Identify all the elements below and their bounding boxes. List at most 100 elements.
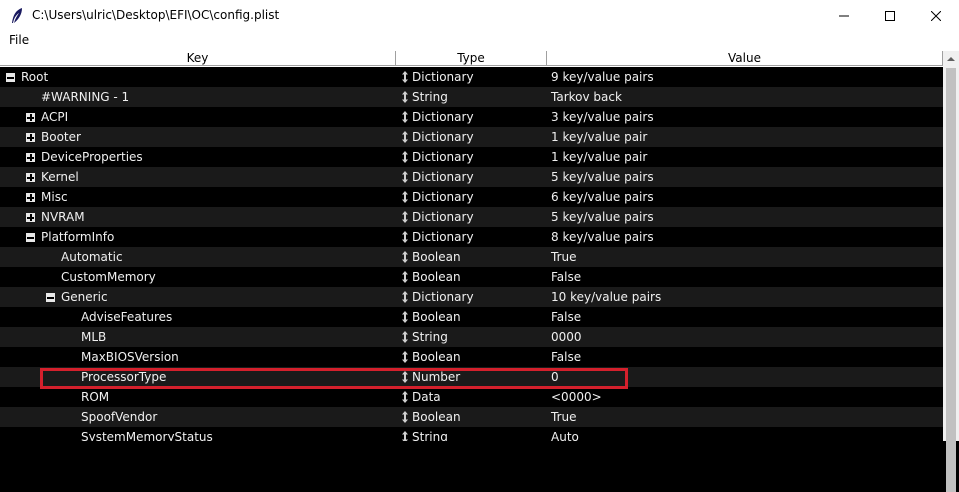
row-key: ProcessorType (81, 370, 167, 384)
row-type[interactable]: Dictionary (412, 207, 474, 227)
maximize-button[interactable] (867, 0, 913, 31)
row-type[interactable]: Boolean (412, 267, 461, 287)
type-updown-icon[interactable] (401, 431, 409, 441)
tree-row[interactable]: SpoofVendor Boolean True (0, 407, 943, 427)
row-value[interactable]: 3 key/value pairs (551, 107, 654, 127)
tree-row[interactable]: Booter Dictionary 1 key/value pair (0, 127, 943, 147)
row-value[interactable]: Auto (551, 427, 579, 441)
row-key: ROM (81, 390, 110, 404)
type-updown-icon[interactable] (401, 211, 409, 223)
type-updown-icon[interactable] (401, 231, 409, 243)
expand-icon[interactable] (26, 193, 35, 202)
row-type[interactable]: Boolean (412, 407, 461, 427)
type-updown-icon[interactable] (401, 291, 409, 303)
tree-row[interactable]: SystemMemoryStatus String Auto (0, 427, 943, 441)
type-updown-icon[interactable] (401, 311, 409, 323)
scroll-up-arrow-icon[interactable] (943, 51, 959, 67)
tree-row[interactable]: MLB String 0000 (0, 327, 943, 347)
expand-icon[interactable] (26, 213, 35, 222)
row-value[interactable]: 10 key/value pairs (551, 287, 661, 307)
row-type[interactable]: Dictionary (412, 287, 474, 307)
row-value[interactable]: 6 key/value pairs (551, 187, 654, 207)
collapse-icon[interactable] (6, 73, 15, 82)
column-header-type[interactable]: Type (396, 51, 547, 66)
minimize-button[interactable] (821, 0, 867, 31)
row-type[interactable]: Dictionary (412, 147, 474, 167)
close-icon (931, 10, 941, 21)
row-type[interactable]: Dictionary (412, 127, 474, 147)
row-type[interactable]: Dictionary (412, 187, 474, 207)
tree-row[interactable]: Generic Dictionary 10 key/value pairs (0, 287, 943, 307)
collapse-icon[interactable] (46, 293, 55, 302)
type-updown-icon[interactable] (401, 251, 409, 263)
row-type[interactable]: String (412, 87, 448, 107)
row-value[interactable]: 5 key/value pairs (551, 167, 654, 187)
close-button[interactable] (913, 0, 959, 31)
row-value[interactable]: False (551, 307, 581, 327)
row-value[interactable]: True (551, 407, 577, 427)
row-type[interactable]: Data (412, 387, 441, 407)
type-updown-icon[interactable] (401, 151, 409, 163)
row-type[interactable]: Number (412, 367, 460, 387)
row-type[interactable]: Dictionary (412, 167, 474, 187)
type-updown-icon[interactable] (401, 391, 409, 403)
row-type[interactable]: Dictionary (412, 107, 474, 127)
expand-icon[interactable] (26, 153, 35, 162)
tree-row[interactable]: Root Dictionary 9 key/value pairs (0, 67, 943, 87)
row-value[interactable]: 0 (551, 367, 559, 387)
row-value[interactable]: False (551, 347, 581, 367)
type-updown-icon[interactable] (401, 351, 409, 363)
row-type[interactable]: String (412, 327, 448, 347)
expand-icon[interactable] (26, 113, 35, 122)
type-updown-icon[interactable] (401, 171, 409, 183)
expand-icon[interactable] (26, 133, 35, 142)
tree-row[interactable]: AdviseFeatures Boolean False (0, 307, 943, 327)
row-value[interactable]: 9 key/value pairs (551, 67, 654, 87)
type-updown-icon[interactable] (401, 111, 409, 123)
tree-row[interactable]: PlatformInfo Dictionary 8 key/value pairs (0, 227, 943, 247)
row-type[interactable]: Boolean (412, 247, 461, 267)
type-updown-icon[interactable] (401, 371, 409, 383)
tree-row[interactable]: ProcessorType Number 0 (0, 367, 943, 387)
row-value[interactable]: 8 key/value pairs (551, 227, 654, 247)
vertical-scrollbar[interactable] (943, 51, 959, 492)
row-type[interactable]: Boolean (412, 347, 461, 367)
tree-row[interactable]: #WARNING - 1 String Tarkov back (0, 87, 943, 107)
type-updown-icon[interactable] (401, 411, 409, 423)
tree-row[interactable]: ROM Data <0000> (0, 387, 943, 407)
row-value[interactable]: True (551, 247, 577, 267)
column-header-value[interactable]: Value (547, 51, 943, 66)
row-type[interactable]: String (412, 427, 448, 441)
tree-row[interactable]: Misc Dictionary 6 key/value pairs (0, 187, 943, 207)
row-type[interactable]: Boolean (412, 307, 461, 327)
type-updown-icon[interactable] (401, 191, 409, 203)
row-value[interactable]: 1 key/value pair (551, 147, 647, 167)
tree-row[interactable]: MaxBIOSVersion Boolean False (0, 347, 943, 367)
scrollbar-thumb[interactable] (946, 68, 956, 492)
type-updown-icon[interactable] (401, 91, 409, 103)
column-header-key[interactable]: Key (0, 51, 396, 66)
tree-row[interactable]: DeviceProperties Dictionary 1 key/value pa… (0, 147, 943, 167)
type-updown-icon[interactable] (401, 71, 409, 83)
row-key: Generic (61, 290, 108, 304)
tree-row[interactable]: CustomMemory Boolean False (0, 267, 943, 287)
type-updown-icon[interactable] (401, 271, 409, 283)
row-type[interactable]: Dictionary (412, 67, 474, 87)
row-value[interactable]: False (551, 267, 581, 287)
row-type[interactable]: Dictionary (412, 227, 474, 247)
tree-row[interactable]: Kernel Dictionary 5 key/value pairs (0, 167, 943, 187)
expand-icon[interactable] (26, 173, 35, 182)
menu-file[interactable]: File (9, 33, 29, 47)
type-updown-icon[interactable] (401, 131, 409, 143)
row-value[interactable]: <0000> (551, 387, 602, 407)
row-value[interactable]: Tarkov back (551, 87, 622, 107)
collapse-icon[interactable] (26, 233, 35, 242)
row-value[interactable]: 5 key/value pairs (551, 207, 654, 227)
row-value[interactable]: 0000 (551, 327, 582, 347)
row-key: DeviceProperties (41, 150, 143, 164)
tree-row[interactable]: ACPI Dictionary 3 key/value pairs (0, 107, 943, 127)
row-value[interactable]: 1 key/value pair (551, 127, 647, 147)
tree-row[interactable]: NVRAM Dictionary 5 key/value pairs (0, 207, 943, 227)
tree-row[interactable]: Automatic Boolean True (0, 247, 943, 267)
type-updown-icon[interactable] (401, 331, 409, 343)
